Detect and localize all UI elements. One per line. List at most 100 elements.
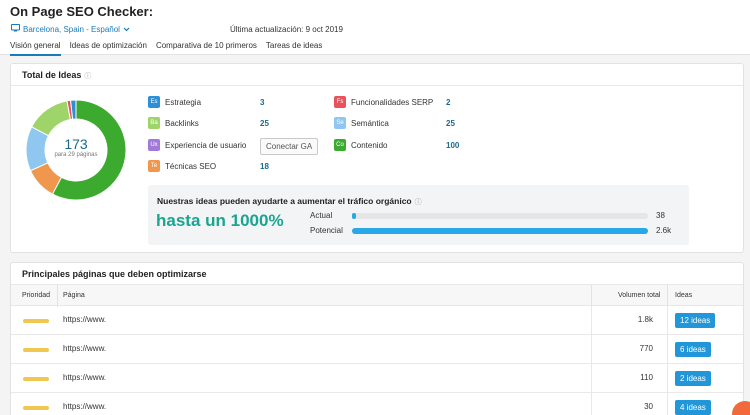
legend-label: Técnicas SEO (165, 161, 217, 171)
column-header-ideas[interactable]: Ideas (675, 292, 692, 299)
tab-tareas-ideas[interactable]: Tareas de ideas (266, 41, 322, 56)
potential-label: Potencial (310, 226, 343, 235)
pages-card: Principales páginas que deben optimizars… (10, 262, 744, 415)
backlinks-badge-icon: Ba (148, 117, 160, 129)
info-icon[interactable]: ⓘ (84, 71, 91, 81)
page-header: On Page SEO Checker: Barcelona, Spain - … (0, 0, 750, 56)
legend-experiencia-usuario[interactable]: Ux Experiencia de usuario (148, 139, 246, 151)
serp-badge-icon: Fs (334, 96, 346, 108)
promo-highlight: hasta un 1000% (156, 211, 284, 230)
volume-value: 1.8k (637, 315, 653, 324)
volume-value: 30 (644, 402, 653, 411)
tab-comparativa[interactable]: Comparativa de 10 primeros (156, 41, 257, 56)
legend-semantica[interactable]: Se Semántica (334, 117, 389, 129)
actual-label: Actual (310, 211, 333, 220)
page-url[interactable]: https://www. (63, 373, 106, 382)
ideas-total-count: 173 (64, 136, 88, 152)
tab-ideas-optimizacion[interactable]: Ideas de optimización (70, 41, 147, 56)
column-header-volume[interactable]: Volumen total (618, 292, 660, 299)
column-divider (667, 393, 668, 415)
donut-segment-backlinks[interactable] (31, 100, 71, 137)
column-divider (591, 306, 592, 335)
legend-label: Experiencia de usuario (165, 140, 247, 150)
last-update-text: Última actualización: 9 oct 2019 (230, 25, 343, 34)
connect-ga-button[interactable]: Conectar GA (260, 138, 319, 155)
legend-label: Contenido (351, 140, 388, 150)
table-row[interactable]: https://www. 1.8k 12 ideas (11, 306, 743, 335)
volume-value: 110 (640, 373, 653, 382)
tab-bar: Visión general Ideas de optimización Com… (10, 41, 322, 56)
ideas-button[interactable]: 6 ideas (675, 342, 711, 357)
legend-funcionalidades-serp[interactable]: Fs Funcionalidades SERP (334, 96, 433, 108)
page-url[interactable]: https://www. (63, 315, 106, 324)
legend-value-estrategia: 3 (260, 98, 265, 107)
column-divider (591, 335, 592, 364)
semantica-badge-icon: Se (334, 117, 346, 129)
traffic-promo-box: Nuestras ideas pueden ayudarte a aumenta… (148, 185, 689, 245)
table-row[interactable]: https://www. 770 6 ideas (11, 335, 743, 364)
location-label: Barcelona, Spain - Español (23, 24, 120, 34)
chevron-down-icon (123, 25, 130, 34)
contenido-badge-icon: Co (334, 139, 346, 151)
legend-backlinks[interactable]: Ba Backlinks (148, 117, 199, 129)
potential-bar (352, 228, 648, 234)
table-row[interactable]: https://www. 30 4 ideas (11, 393, 743, 415)
table-row[interactable]: https://www. 110 2 ideas (11, 364, 743, 393)
priority-indicator (23, 377, 49, 381)
legend-label: Semántica (351, 118, 389, 128)
legend-value-semantica: 25 (446, 119, 455, 128)
legend-label: Estrategia (165, 97, 202, 107)
info-icon[interactable]: ⓘ (415, 197, 422, 207)
priority-indicator (23, 406, 49, 410)
potential-bar-fill (352, 228, 648, 234)
promo-text-label: Nuestras ideas pueden ayudarte a aumenta… (157, 196, 412, 206)
legend-tecnicas-seo[interactable]: Te Técnicas SEO (148, 160, 216, 172)
estrategia-badge-icon: Es (148, 96, 160, 108)
legend-label: Funcionalidades SERP (351, 97, 434, 107)
total-ideas-title-text: Total de Ideas (22, 70, 82, 80)
volume-value: 770 (639, 344, 653, 353)
actual-value: 38 (656, 211, 665, 220)
column-divider (667, 364, 668, 393)
priority-indicator (23, 319, 49, 323)
column-divider (667, 285, 668, 307)
ideas-button[interactable]: 12 ideas (675, 313, 716, 328)
total-ideas-card: Total de Ideas ⓘ 173 para 29 páginas Es E… (10, 63, 744, 253)
location-selector[interactable]: Barcelona, Spain - Español (11, 24, 130, 34)
tab-vision-general[interactable]: Visión general (10, 41, 61, 56)
column-divider (667, 306, 668, 335)
column-header-page[interactable]: Página (63, 292, 85, 299)
column-divider (591, 285, 592, 307)
page-title: On Page SEO Checker: (10, 4, 154, 19)
column-divider (591, 393, 592, 415)
legend-value-funcionalidades-serp: 2 (446, 98, 451, 107)
column-divider (667, 335, 668, 364)
monitor-icon (11, 24, 20, 34)
ideas-button[interactable]: 4 ideas (675, 400, 711, 415)
ux-badge-icon: Ux (148, 139, 160, 151)
column-header-priority[interactable]: Prioridad (22, 292, 50, 299)
actual-bar-fill (352, 213, 357, 219)
table-header: Prioridad Página Volumen total Ideas (11, 284, 743, 307)
total-ideas-title: Total de Ideas ⓘ (22, 70, 91, 81)
divider (11, 85, 743, 86)
pages-card-title: Principales páginas que deben optimizars… (22, 269, 207, 279)
page-url[interactable]: https://www. (63, 402, 106, 411)
legend-value-tecnicas-seo: 18 (260, 162, 269, 171)
priority-indicator (23, 348, 49, 352)
actual-bar (352, 213, 648, 219)
legend-estrategia[interactable]: Es Estrategia (148, 96, 201, 108)
legend-value-contenido: 100 (446, 141, 460, 150)
column-divider (57, 285, 58, 307)
tecnicas-badge-icon: Te (148, 160, 160, 172)
legend-value-backlinks: 25 (260, 119, 269, 128)
ideas-button[interactable]: 2 ideas (675, 371, 711, 386)
legend-contenido[interactable]: Co Contenido (334, 139, 387, 151)
donut-center: 173 para 29 páginas (21, 136, 131, 158)
column-divider (591, 364, 592, 393)
page-url[interactable]: https://www. (63, 344, 106, 353)
potential-value: 2.6k (656, 226, 672, 235)
legend-label: Backlinks (165, 118, 199, 128)
promo-text: Nuestras ideas pueden ayudarte a aumenta… (157, 196, 422, 207)
ideas-pages-subtitle: para 29 páginas (54, 152, 98, 158)
